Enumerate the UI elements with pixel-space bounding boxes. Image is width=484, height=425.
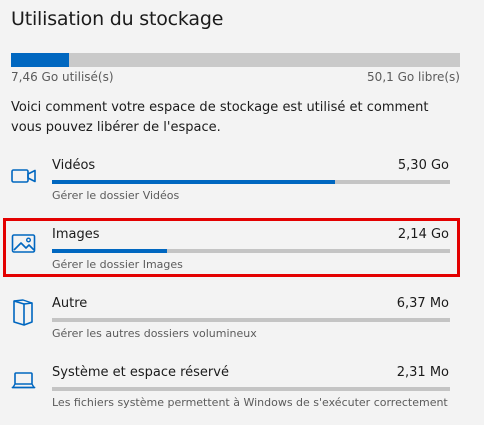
category-usage-bar xyxy=(52,318,450,322)
category-size: 5,30 Go xyxy=(397,158,449,173)
folder-icon xyxy=(11,299,37,326)
category-images[interactable]: Images 2,14 Go Gérer le dossier Images xyxy=(0,227,484,287)
category-name: Images xyxy=(52,227,100,242)
category-description: Les fichiers système permettent à Window… xyxy=(52,396,448,409)
category-videos[interactable]: Vidéos 5,30 Go Gérer le dossier Vidéos xyxy=(0,158,484,218)
category-usage-fill xyxy=(52,180,335,184)
manage-folder-link[interactable]: Gérer les autres dossiers volumineux xyxy=(52,327,257,340)
used-space-label: 7,46 Go utilisé(s) xyxy=(11,70,114,84)
category-usage-bar xyxy=(52,180,450,184)
video-camera-icon xyxy=(11,166,37,192)
overall-storage-bar xyxy=(11,53,460,67)
overall-storage-fill xyxy=(11,53,70,67)
category-usage-bar xyxy=(52,249,450,253)
category-usage-bar xyxy=(52,387,450,391)
image-icon xyxy=(11,233,37,259)
manage-folder-link[interactable]: Gérer le dossier Images xyxy=(52,258,183,271)
category-name: Système et espace réservé xyxy=(52,365,229,380)
category-name: Vidéos xyxy=(52,158,96,173)
storage-description: Voici comment votre espace de stockage e… xyxy=(11,100,429,135)
category-other[interactable]: Autre 6,37 Mo Gérer les autres dossiers … xyxy=(0,296,484,356)
category-size: 6,37 Mo xyxy=(396,296,449,311)
free-space-label: 50,1 Go libre(s) xyxy=(367,70,460,84)
category-size: 2,31 Mo xyxy=(396,365,449,380)
category-usage-fill xyxy=(52,249,168,253)
category-size: 2,14 Go xyxy=(397,227,449,242)
manage-folder-link[interactable]: Gérer le dossier Vidéos xyxy=(52,189,179,202)
category-name: Autre xyxy=(52,296,88,311)
category-system[interactable]: Système et espace réservé 2,31 Mo Les fi… xyxy=(0,365,484,425)
laptop-icon xyxy=(11,371,37,397)
page-title: Utilisation du stockage xyxy=(11,8,224,30)
